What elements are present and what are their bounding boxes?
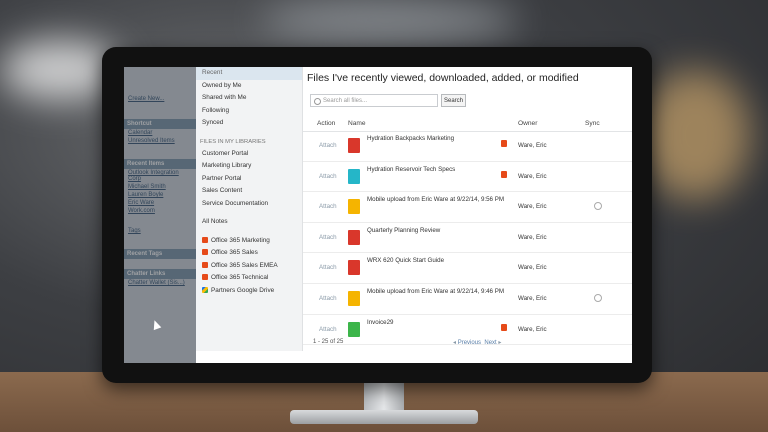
files-main: Files I've recently viewed, downloaded, …: [303, 67, 632, 363]
nav-office365-technical[interactable]: Office 365 Technical: [196, 272, 302, 285]
nav-shared-with-me[interactable]: Shared with Me: [196, 92, 302, 105]
nav-library[interactable]: Customer Portal: [196, 148, 302, 161]
nav-partners-google-drive[interactable]: Partners Google Drive: [196, 285, 302, 298]
office365-icon: [202, 261, 208, 268]
screen: Create New... Shortcut Calendar Unresolv…: [124, 67, 632, 363]
files-nav: Recent Owned by Me Shared with Me Follow…: [196, 67, 303, 351]
table-row: Attach Mobile upload from Eric Ware at 9/…: [303, 284, 632, 315]
file-name-link[interactable]: Quarterly Planning Review: [367, 227, 440, 234]
file-owner[interactable]: Ware, Eric: [518, 234, 547, 241]
nav-following[interactable]: Following: [196, 105, 302, 118]
attach-link[interactable]: Attach: [319, 264, 337, 271]
pagination: ◂ Previous Next ▸: [453, 340, 502, 346]
sync-icon[interactable]: [594, 293, 602, 302]
google-drive-icon: [202, 286, 208, 293]
office365-icon: [501, 140, 507, 147]
attach-link[interactable]: Attach: [319, 203, 337, 210]
file-name-link[interactable]: WRX 620 Quick Start Guide: [367, 257, 444, 264]
file-owner[interactable]: Ware, Eric: [518, 264, 547, 271]
file-type-icon: [348, 260, 360, 276]
attach-link[interactable]: Attach: [319, 234, 337, 241]
page-title: Files I've recently viewed, downloaded, …: [307, 72, 579, 84]
table-footer: 1 - 25 of 25 ◂ Previous Next ▸: [303, 335, 632, 351]
monitor: Create New... Shortcut Calendar Unresolv…: [102, 47, 652, 383]
office365-icon: [501, 170, 507, 178]
table-row: Attach Mobile upload from Eric Ware at 9/…: [303, 192, 632, 223]
attach-link[interactable]: Attach: [319, 142, 337, 149]
file-owner[interactable]: Ware, Eric: [518, 173, 547, 180]
file-name-link[interactable]: Mobile upload from Eric Ware at 9/22/14,…: [367, 288, 504, 295]
sync-icon[interactable]: [594, 202, 602, 211]
file-owner[interactable]: Ware, Eric: [518, 326, 547, 333]
dim-overlay: [124, 67, 196, 363]
col-sync: Sync: [585, 120, 600, 127]
previous-link[interactable]: Previous: [458, 340, 481, 346]
monitor-base: [290, 410, 478, 424]
attach-link[interactable]: Attach: [319, 295, 337, 302]
file-type-icon: [348, 229, 360, 245]
nav-library[interactable]: Partner Portal: [196, 173, 302, 186]
file-type-icon: [348, 168, 360, 184]
col-action: Action: [317, 120, 336, 127]
nav-owned-by-me[interactable]: Owned by Me: [196, 80, 302, 93]
nav-office365-sales[interactable]: Office 365 Sales: [196, 247, 302, 260]
nav-office365-sales-emea[interactable]: Office 365 Sales EMEA: [196, 260, 302, 273]
record-count: 1 - 25 of 25: [313, 339, 344, 345]
nav-library[interactable]: Service Documentation: [196, 198, 302, 211]
attach-link[interactable]: Attach: [319, 173, 337, 180]
col-owner[interactable]: Owner: [518, 120, 537, 127]
office365-icon: [202, 274, 208, 280]
col-name[interactable]: Name: [348, 120, 366, 127]
nav-library[interactable]: Sales Content: [196, 185, 302, 198]
search-button[interactable]: Search: [441, 94, 466, 107]
file-type-icon: [348, 290, 360, 306]
attach-link[interactable]: Attach: [319, 326, 337, 333]
nav-recent[interactable]: Recent: [196, 67, 302, 80]
libraries-header: FILES IN MY LIBRARIES: [200, 138, 266, 145]
file-owner[interactable]: Ware, Eric: [518, 295, 547, 302]
file-list: Attach Hydration Backpacks Marketing Ware,…: [303, 131, 632, 346]
table-header: Action Name Owner Sync: [303, 117, 632, 132]
file-name-link[interactable]: Hydration Reservoir Tech Specs: [367, 166, 455, 173]
office365-icon: [501, 323, 507, 331]
search-input[interactable]: Search all files...: [310, 94, 438, 107]
file-name-link[interactable]: Invoice29: [367, 319, 394, 326]
file-name-link[interactable]: Hydration Backpacks Marketing: [367, 135, 454, 142]
monitor-stand: [364, 380, 404, 412]
table-row: Attach Hydration Backpacks Marketing Ware,…: [303, 131, 632, 162]
search-placeholder: Search all files...: [323, 98, 368, 104]
next-link[interactable]: Next: [484, 340, 496, 346]
file-name-link[interactable]: Mobile upload from Eric Ware at 9/22/14,…: [367, 196, 504, 203]
file-type-icon: [348, 199, 360, 215]
bokeh-light: [640, 70, 750, 200]
office365-icon: [202, 249, 208, 255]
file-owner[interactable]: Ware, Eric: [518, 203, 547, 210]
nav-office365-marketing[interactable]: Office 365 Marketing: [196, 235, 302, 248]
file-type-icon: [348, 138, 360, 153]
nav-synced[interactable]: Synced: [196, 117, 302, 130]
table-row: Attach WRX 620 Quick Start Guide Ware, Eri…: [303, 253, 632, 284]
nav-library[interactable]: Marketing Library: [196, 160, 302, 173]
nav-all-notes[interactable]: All Notes: [196, 216, 302, 229]
search-icon: [314, 98, 321, 105]
file-owner[interactable]: Ware, Eric: [518, 142, 547, 149]
bokeh-light: [260, 0, 520, 40]
office365-icon: [202, 236, 208, 243]
table-row: Attach Quarterly Planning Review Ware, Eri…: [303, 223, 632, 254]
table-row: Attach Hydration Reservoir Tech Specs Ware…: [303, 162, 632, 193]
